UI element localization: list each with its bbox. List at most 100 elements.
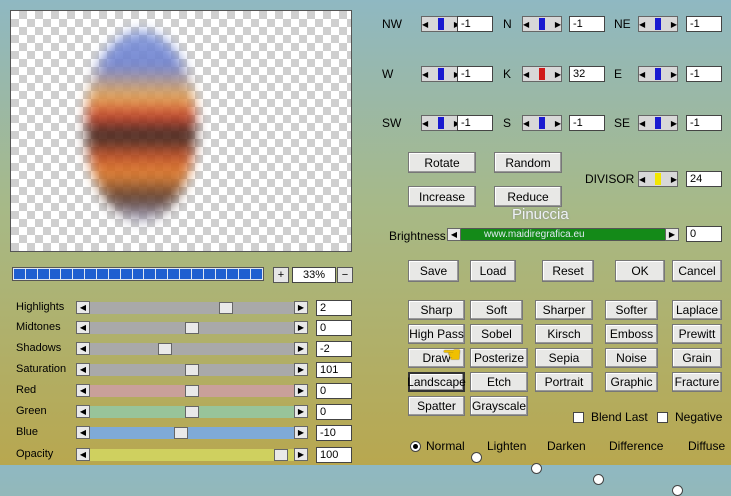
slider-thumb[interactable] — [274, 449, 288, 461]
preset-soft-button[interactable]: Soft — [470, 300, 523, 320]
slider-midtones[interactable]: ◀ ▶ — [76, 321, 308, 334]
slider-value[interactable]: 100 — [316, 447, 352, 463]
spin-left-icon[interactable]: ◀ — [422, 20, 428, 29]
slider-shadows[interactable]: ◀ ▶ — [76, 342, 308, 355]
preset-graphic-button[interactable]: Graphic — [605, 372, 658, 392]
arrow-right-icon[interactable]: ▶ — [294, 448, 308, 461]
arrow-left-icon[interactable]: ◀ — [76, 342, 90, 355]
zoom-out-button[interactable]: − — [337, 267, 353, 283]
mode-lighten-radio[interactable] — [471, 452, 482, 463]
preset-sharper-button[interactable]: Sharper — [535, 300, 593, 320]
arrow-right-icon[interactable]: ▶ — [294, 301, 308, 314]
slider-thumb[interactable] — [174, 427, 188, 439]
preset-spatter-button[interactable]: Spatter — [408, 396, 465, 416]
matrix-spinner-s[interactable]: ◀ ▶ — [522, 115, 562, 131]
spin-right-icon[interactable]: ▶ — [671, 20, 677, 29]
matrix-value-k[interactable]: 32 — [569, 66, 605, 82]
arrow-left-icon[interactable]: ◀ — [76, 426, 90, 439]
matrix-spinner-nw[interactable]: ◀▶ — [421, 16, 461, 32]
spin-left-icon[interactable]: ◀ — [422, 119, 428, 128]
mode-difference-radio[interactable] — [593, 474, 604, 485]
preset-sharp-button[interactable]: Sharp — [408, 300, 465, 320]
arrow-left-icon[interactable]: ◀ — [76, 321, 90, 334]
preset-etch-button[interactable]: Etch — [470, 372, 528, 392]
preset-landscape-button[interactable]: Landscape — [407, 372, 466, 392]
load-button[interactable]: Load — [470, 260, 516, 282]
brightness-slider[interactable]: ◀ www.maidiregrafica.eu ▶ — [447, 228, 679, 241]
arrow-right-icon[interactable]: ▶ — [294, 405, 308, 418]
matrix-value-sw[interactable]: -1 — [457, 115, 493, 131]
matrix-spinner-se[interactable]: ◀ ▶ — [638, 115, 678, 131]
preset-posterize-button[interactable]: Posterize — [470, 348, 528, 368]
slider-thumb[interactable] — [158, 343, 172, 355]
divisor-spinner[interactable]: ◀ ▶ — [638, 171, 678, 187]
slider-thumb[interactable] — [185, 406, 199, 418]
spin-right-icon[interactable]: ▶ — [555, 70, 561, 79]
blend-last-checkbox[interactable] — [573, 412, 584, 423]
increase-button[interactable]: Increase — [408, 186, 476, 207]
save-button[interactable]: Save — [408, 260, 459, 282]
arrow-left-icon[interactable]: ◀ — [76, 405, 90, 418]
slider-thumb[interactable] — [185, 385, 199, 397]
spin-left-icon[interactable]: ◀ — [639, 119, 645, 128]
matrix-spinner-n[interactable]: ◀ ▶ — [522, 16, 562, 32]
spin-left-icon[interactable]: ◀ — [523, 20, 529, 29]
spin-right-icon[interactable]: ▶ — [555, 119, 561, 128]
matrix-value-w[interactable]: -1 — [457, 66, 493, 82]
slider-value[interactable]: 0 — [316, 383, 352, 399]
arrow-left-icon[interactable]: ◀ — [76, 301, 90, 314]
slider-value[interactable]: 2 — [316, 300, 352, 316]
divisor-value[interactable]: 24 — [686, 171, 722, 187]
preset-sobel-button[interactable]: Sobel — [470, 324, 523, 344]
brightness-value[interactable]: 0 — [686, 226, 722, 242]
slider-green[interactable]: ◀ ▶ — [76, 405, 308, 418]
preset-high-pass-button[interactable]: High Pass — [408, 324, 465, 344]
arrow-right-icon[interactable]: ▶ — [294, 363, 308, 376]
preset-kirsch-button[interactable]: Kirsch — [535, 324, 593, 344]
arrow-right-icon[interactable]: ▶ — [294, 384, 308, 397]
spin-left-icon[interactable]: ◀ — [422, 70, 428, 79]
arrow-left-icon[interactable]: ◀ — [76, 384, 90, 397]
preset-emboss-button[interactable]: Emboss — [605, 324, 658, 344]
spin-left-icon[interactable]: ◀ — [523, 119, 529, 128]
spin-right-icon[interactable]: ▶ — [671, 175, 677, 184]
negative-checkbox[interactable] — [657, 412, 668, 423]
matrix-value-s[interactable]: -1 — [569, 115, 605, 131]
slider-highlights[interactable]: ◀ ▶ — [76, 301, 308, 314]
arrow-left-icon[interactable]: ◀ — [76, 363, 90, 376]
arrow-left-icon[interactable]: ◀ — [76, 448, 90, 461]
zoom-in-button[interactable]: + — [273, 267, 289, 283]
spin-right-icon[interactable]: ▶ — [671, 119, 677, 128]
matrix-value-n[interactable]: -1 — [569, 16, 605, 32]
slider-value[interactable]: 101 — [316, 362, 352, 378]
matrix-spinner-w[interactable]: ◀▶ — [421, 66, 461, 82]
spin-right-icon[interactable]: ▶ — [555, 20, 561, 29]
reduce-button[interactable]: Reduce — [494, 186, 562, 207]
slider-thumb[interactable] — [219, 302, 233, 314]
preset-portrait-button[interactable]: Portrait — [535, 372, 593, 392]
matrix-spinner-e[interactable]: ◀ ▶ — [638, 66, 678, 82]
preset-grayscale-button[interactable]: Grayscale — [470, 396, 528, 416]
slider-value[interactable]: -2 — [316, 341, 352, 357]
cancel-button[interactable]: Cancel — [672, 260, 722, 282]
spin-left-icon[interactable]: ◀ — [639, 70, 645, 79]
slider-saturation[interactable]: ◀ ▶ — [76, 363, 308, 376]
preset-grain-button[interactable]: Grain — [672, 348, 722, 368]
ok-button[interactable]: OK — [615, 260, 665, 282]
slider-thumb[interactable] — [185, 364, 199, 376]
matrix-value-nw[interactable]: -1 — [457, 16, 493, 32]
preset-laplace-button[interactable]: Laplace — [672, 300, 722, 320]
matrix-value-se[interactable]: -1 — [686, 115, 722, 131]
arrow-right-icon[interactable]: ▶ — [294, 426, 308, 439]
arrow-right-icon[interactable]: ▶ — [294, 321, 308, 334]
matrix-spinner-sw[interactable]: ◀▶ — [421, 115, 461, 131]
slider-opacity[interactable]: ◀ ▶ — [76, 448, 308, 461]
preset-noise-button[interactable]: Noise — [605, 348, 658, 368]
spin-left-icon[interactable]: ◀ — [639, 20, 645, 29]
preset-softer-button[interactable]: Softer — [605, 300, 658, 320]
slider-value[interactable]: -10 — [316, 425, 352, 441]
preset-prewitt-button[interactable]: Prewitt — [672, 324, 722, 344]
spin-right-icon[interactable]: ▶ — [671, 70, 677, 79]
arrow-right-icon[interactable]: ▶ — [665, 228, 679, 241]
slider-value[interactable]: 0 — [316, 320, 352, 336]
